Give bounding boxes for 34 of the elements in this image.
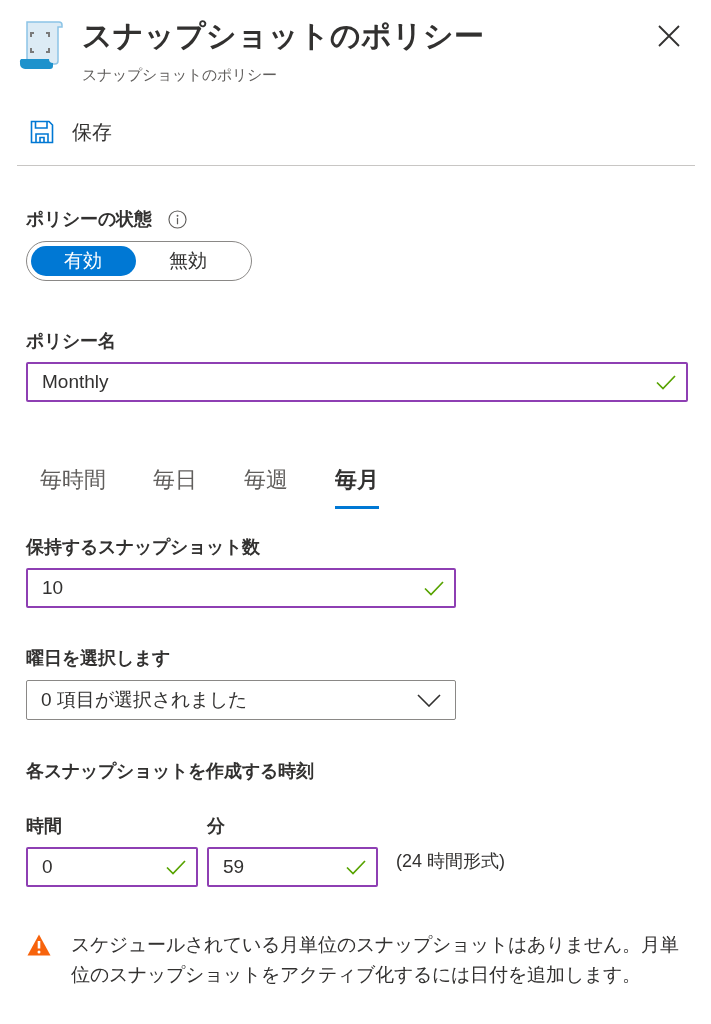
minute-input[interactable]: 59 xyxy=(207,847,378,887)
check-icon xyxy=(424,581,444,596)
snapshot-policy-icon xyxy=(19,19,63,71)
toggle-option[interactable]: 有効 xyxy=(30,245,136,276)
minute-label: 分 xyxy=(207,815,226,837)
frequency-tab[interactable]: 毎時間 xyxy=(40,467,106,509)
policy-name-label: ポリシー名 xyxy=(26,330,117,352)
time-format-note: (24 時間形式) xyxy=(396,850,506,873)
hour-input[interactable]: 0 xyxy=(26,847,198,887)
creation-time-label: 各スナップショットを作成する時刻 xyxy=(26,760,315,782)
warning-icon xyxy=(27,934,51,956)
check-icon xyxy=(346,860,366,875)
weekday-dropdown[interactable]: 0 項目が選択されました xyxy=(26,680,456,720)
chevron-down-icon xyxy=(417,693,441,707)
policy-name-input[interactable]: Monthly xyxy=(26,362,688,402)
warning-message: スケジュールされている月単位のスナップショットはありません。月単位のスナップショットをアクティブ化するには日付を追加します。 xyxy=(71,933,680,987)
policy-state-label: ポリシーの状態 xyxy=(26,208,152,230)
close-button[interactable] xyxy=(658,25,680,47)
save-icon xyxy=(30,120,54,144)
info-icon[interactable] xyxy=(168,209,187,229)
check-icon xyxy=(656,375,676,390)
frequency-tab[interactable]: 毎週 xyxy=(244,467,288,509)
frequency-tab[interactable]: 毎月 xyxy=(335,467,379,509)
toggle-option[interactable]: 無効 xyxy=(135,245,241,276)
weekday-label: 曜日を選択します xyxy=(26,647,171,669)
snapshot-count-input[interactable]: 10 xyxy=(26,568,456,608)
panel-subtitle: スナップショットのポリシー xyxy=(82,65,278,85)
close-icon xyxy=(658,25,680,47)
check-icon xyxy=(166,860,186,875)
snapshot-count-label: 保持するスナップショット数 xyxy=(26,536,261,558)
save-button[interactable]: 保存 xyxy=(30,118,112,146)
panel-title: スナップショットのポリシー xyxy=(82,18,485,54)
frequency-tab[interactable]: 毎日 xyxy=(153,467,197,509)
hour-label: 時間 xyxy=(26,815,63,837)
